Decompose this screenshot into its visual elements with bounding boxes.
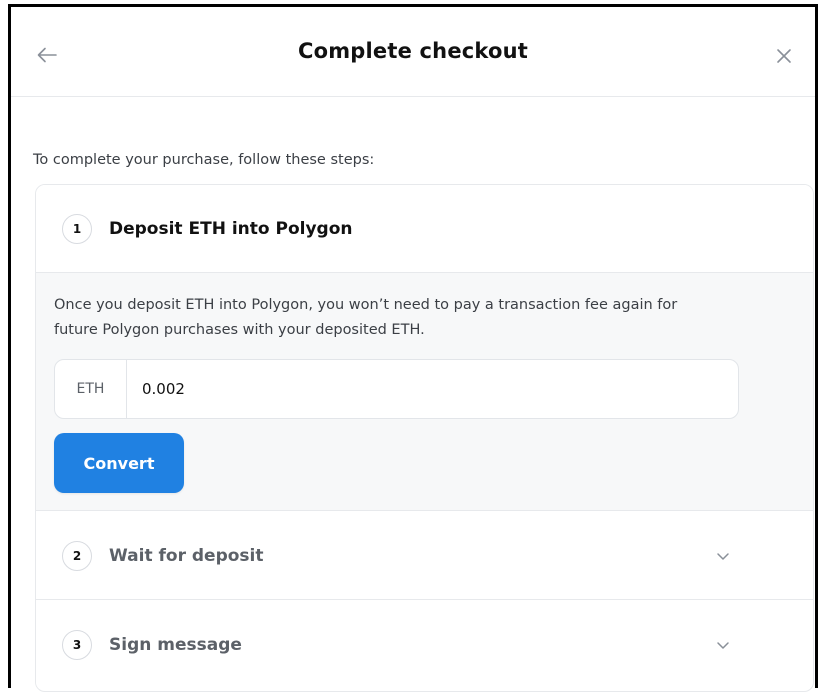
step-description: Once you deposit ETH into Polygon, you w… xyxy=(54,297,678,338)
eth-amount-field[interactable]: ETH xyxy=(54,359,739,419)
chevron-down-icon xyxy=(717,552,729,560)
modal-header: Complete checkout xyxy=(11,7,815,97)
step-number-badge: 2 xyxy=(62,541,92,571)
chevron-down-icon xyxy=(717,641,729,649)
step-3-header[interactable]: 3 Sign message xyxy=(36,601,813,689)
step-number-badge: 1 xyxy=(62,214,92,244)
step-title: Sign message xyxy=(109,635,242,655)
step-1-panel: Once you deposit ETH into Polygon, you w… xyxy=(36,273,813,511)
close-button[interactable] xyxy=(771,43,797,69)
instructions-text: To complete your purchase, follow these … xyxy=(33,152,375,168)
steps-card: 1 Deposit ETH into Polygon Once you depo… xyxy=(35,184,814,692)
step-title: Wait for deposit xyxy=(109,546,264,566)
expand-step-3-toggle[interactable] xyxy=(715,637,731,653)
step-2-header[interactable]: 2 Wait for deposit xyxy=(36,512,813,600)
step-1-header[interactable]: 1 Deposit ETH into Polygon xyxy=(36,185,813,273)
currency-prefix: ETH xyxy=(55,360,127,418)
convert-button[interactable]: Convert xyxy=(54,433,184,493)
checkout-modal: Complete checkout To complete your purch… xyxy=(8,4,818,692)
eth-amount-input[interactable] xyxy=(127,360,738,418)
step-title: Deposit ETH into Polygon xyxy=(109,219,353,239)
close-icon xyxy=(777,49,791,63)
page-title: Complete checkout xyxy=(297,39,529,63)
step-number-badge: 3 xyxy=(62,630,92,660)
expand-step-2-toggle[interactable] xyxy=(715,548,731,564)
